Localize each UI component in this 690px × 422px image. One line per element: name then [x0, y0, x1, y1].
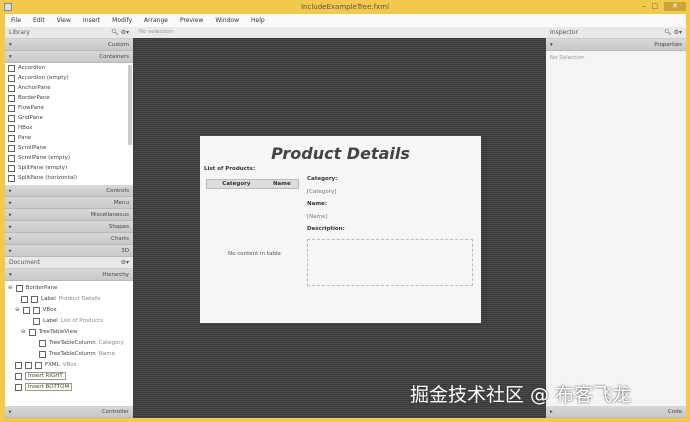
minimize-icon[interactable]: –	[642, 2, 646, 11]
container-icon	[8, 74, 15, 82]
section-properties[interactable]: ▾ Properties	[546, 39, 686, 51]
page-title[interactable]: Product Details	[200, 144, 481, 163]
container-icon	[8, 174, 15, 182]
description-area[interactable]	[307, 239, 473, 286]
menu-window[interactable]: Window	[215, 14, 239, 27]
menu-help[interactable]: Help	[251, 14, 265, 27]
library-header: Library 🔍︎ ⚙▾	[5, 27, 133, 39]
container-icon	[8, 84, 15, 92]
search-icon[interactable]: 🔍︎ ⚙▾	[664, 29, 682, 36]
container-icon	[8, 104, 15, 112]
inspector-header: Inspector 🔍︎ ⚙▾	[546, 27, 686, 39]
list-label: List of Products:	[204, 166, 256, 172]
selection-bar: No selection	[133, 27, 546, 38]
tree-node[interactable]: FXML VBox	[15, 360, 77, 370]
section-charts[interactable]: ▸ Charts	[5, 233, 133, 245]
app-icon	[4, 3, 12, 11]
section-controller[interactable]: ▸ Controller	[5, 406, 133, 418]
menu-preview[interactable]: Preview	[180, 14, 203, 27]
empty-table-text: No content in table	[228, 251, 281, 257]
section-code[interactable]: ▸ Code	[546, 406, 686, 418]
menu-arrange[interactable]: Arrange	[144, 14, 168, 27]
tree-node[interactable]: Label List of Products	[33, 316, 103, 326]
container-icon	[8, 134, 15, 142]
menu-insert[interactable]: Insert	[83, 14, 100, 27]
search-icon[interactable]: 🔍︎ ⚙▾	[111, 29, 129, 36]
scrollbar[interactable]	[128, 65, 132, 145]
list-item[interactable]: ScrollPane (empty)	[5, 153, 133, 163]
table-header: Category Name	[206, 179, 299, 189]
library-list: Accordion Accordion (empty) AnchorPane B…	[5, 63, 133, 185]
container-icon	[8, 144, 15, 152]
menu-modify[interactable]: Modify	[112, 14, 132, 27]
list-item[interactable]: ScrollPane	[5, 143, 133, 153]
list-item[interactable]: HBox	[5, 123, 133, 133]
tree-node[interactable]: ⊖ BorderPane	[8, 283, 57, 293]
maximize-icon[interactable]: □	[651, 2, 658, 11]
section-controls[interactable]: ▸ Controls	[5, 185, 133, 197]
list-item[interactable]: Accordion	[5, 63, 133, 73]
window-title: IncludeExampleTree.fxml	[300, 3, 390, 11]
close-icon[interactable]: ✕	[664, 2, 686, 11]
list-item[interactable]: FlowPane	[5, 103, 133, 113]
tree-node[interactable]: ⊖ TreeTableView	[21, 327, 77, 337]
title-bar: IncludeExampleTree.fxml – □ ✕	[0, 0, 690, 14]
container-icon	[8, 124, 15, 132]
list-item[interactable]: Accordion (empty)	[5, 73, 133, 83]
tree-node[interactable]: Insert BOTTOM	[15, 382, 73, 392]
column-name[interactable]: Name	[266, 180, 298, 188]
container-icon	[8, 154, 15, 162]
list-item[interactable]: GridPane	[5, 113, 133, 123]
section-custom[interactable]: ▾ Custom	[5, 39, 133, 51]
inspector-panel: Inspector 🔍︎ ⚙▾ ▾ Properties No Selection …	[546, 27, 686, 418]
section-hierarchy[interactable]: ▾ Hierarchy	[5, 269, 133, 281]
gear-icon[interactable]: ⚙▾	[121, 259, 129, 266]
menu-view[interactable]: View	[57, 14, 71, 27]
list-item[interactable]: SplitPane (horizontal)	[5, 173, 133, 183]
canvas-area: No selection Product Details List of Pro…	[133, 27, 546, 418]
tree-node[interactable]: ⊖ VBox	[15, 305, 57, 315]
section-3d[interactable]: ▸ 3D	[5, 245, 133, 257]
tree-node[interactable]: TreeTableColumn Name	[39, 349, 115, 359]
watermark: 掘金技术社区 @ 布客飞龙	[410, 384, 632, 406]
hierarchy-tree: ⊖ BorderPane Label Product Details ⊖ VBox L…	[5, 281, 133, 406]
section-containers[interactable]: ▾ Containers	[5, 51, 133, 63]
tree-node[interactable]: TreeTableColumn Category	[39, 338, 124, 348]
left-panel: Library 🔍︎ ⚙▾ ▾ Custom ▾ Containers Accordi…	[5, 27, 133, 418]
list-item[interactable]: AnchorPane	[5, 83, 133, 93]
border-pane[interactable]: Product Details List of Products: Catego…	[200, 136, 481, 323]
no-selection-text: No Selection	[550, 55, 585, 61]
tree-node[interactable]: Insert RIGHT	[15, 371, 66, 381]
name-label: Name:	[307, 201, 327, 207]
category-value: [Category]	[307, 189, 337, 195]
menu-file[interactable]: File	[11, 14, 21, 27]
category-label: Category:	[307, 176, 338, 182]
list-item[interactable]: BorderPane	[5, 93, 133, 103]
section-miscellaneous[interactable]: ▸ Miscellaneous	[5, 209, 133, 221]
container-icon	[8, 114, 15, 122]
menu-edit[interactable]: Edit	[33, 14, 45, 27]
menu-bar: File Edit View Insert Modify Arrange Pre…	[5, 14, 686, 27]
container-icon	[8, 164, 15, 172]
container-icon	[8, 94, 15, 102]
container-icon	[8, 64, 15, 72]
tree-node[interactable]: Label Product Details	[21, 294, 101, 304]
description-label: Description:	[307, 226, 345, 232]
list-item[interactable]: Pane	[5, 133, 133, 143]
document-header: Document ⚙▾	[5, 257, 133, 269]
section-menu[interactable]: ▸ Menu	[5, 197, 133, 209]
name-value: [Name]	[307, 214, 328, 220]
section-shapes[interactable]: ▸ Shapes	[5, 221, 133, 233]
list-item[interactable]: SplitPane (empty)	[5, 163, 133, 173]
column-category[interactable]: Category	[207, 180, 266, 188]
